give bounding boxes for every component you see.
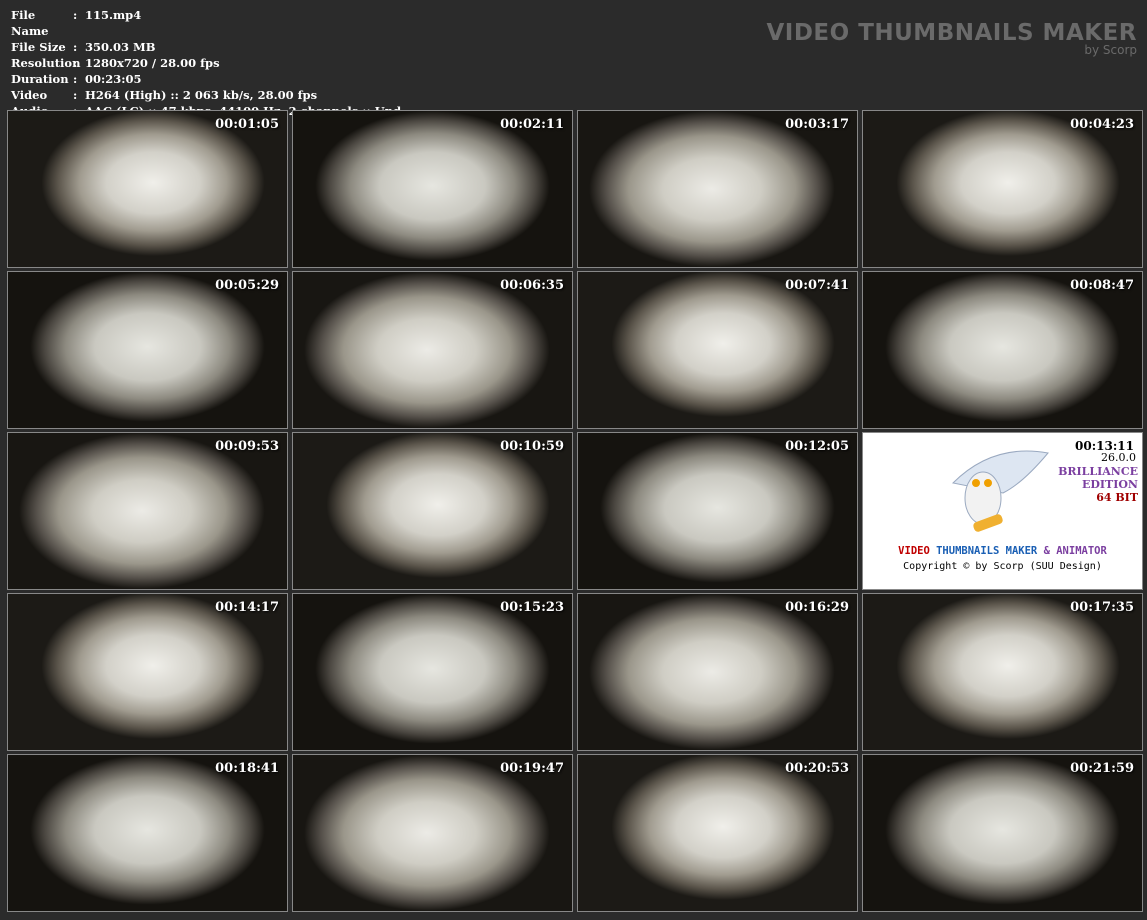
thumbnail-timestamp: 00:12:05: [785, 439, 849, 454]
edition-label-2: EDITION: [1081, 478, 1138, 491]
logo-panel: 00:13:11 26.0.0 BRILLIANCE EDITION 64 BIT VID…: [862, 432, 1143, 590]
thumbnail: 00:09:53: [7, 432, 288, 590]
thumbnail: 00:06:35: [292, 271, 573, 429]
thumbnail: 00:02:11: [292, 110, 573, 268]
thumbnail-timestamp: 00:16:29: [785, 600, 849, 615]
thumbnail-timestamp: 00:19:47: [500, 761, 564, 776]
thumbnail-timestamp: 00:07:41: [785, 278, 849, 293]
name-part: THUMBNAILS MAKER: [936, 545, 1038, 557]
thumbnail-placeholder: [863, 272, 1142, 428]
info-colon: :: [73, 40, 78, 54]
thumbnail-timestamp: 00:18:41: [215, 761, 279, 776]
brand-title: VIDEO THUMBNAILS MAKER: [766, 20, 1137, 46]
thumbnail-timestamp: 00:02:11: [500, 117, 564, 132]
thumbnail-placeholder: [8, 433, 287, 589]
info-value: 00:23:05: [85, 72, 142, 86]
thumbnail: 00:19:47: [292, 754, 573, 912]
thumbnail-timestamp: 00:04:23: [1070, 117, 1134, 132]
thumbnail: 00:18:41: [7, 754, 288, 912]
info-colon: :: [73, 56, 78, 70]
name-part: VIDEO: [898, 545, 930, 557]
info-row: File Size:350.03 MB: [11, 39, 401, 55]
product-name: VIDEO THUMBNAILS MAKER & ANIMATOR: [863, 545, 1142, 557]
thumbnail-timestamp: 00:03:17: [785, 117, 849, 132]
thumbnail-placeholder: [293, 594, 572, 750]
info-key: File Size: [11, 40, 66, 54]
info-row: Resolution:1280x720 / 28.00 fps: [11, 55, 401, 71]
thumbnail-placeholder: [578, 755, 857, 911]
edition-label: BRILLIANCE: [1058, 465, 1138, 478]
thumbnail: 00:07:41: [577, 271, 858, 429]
info-row: File Name:115.mp4: [11, 7, 401, 39]
info-key: Video: [11, 88, 48, 102]
thumbnail: 00:15:23: [292, 593, 573, 751]
thumbnail-placeholder: [293, 111, 572, 267]
info-colon: :: [73, 72, 78, 86]
thumbnail-timestamp: 00:15:23: [500, 600, 564, 615]
owl-logo-icon: [951, 450, 1049, 532]
thumbnail-placeholder: [578, 111, 857, 267]
thumbnail-timestamp: 00:21:59: [1070, 761, 1134, 776]
thumbnail-placeholder: [863, 111, 1142, 267]
thumbnail-placeholder: [578, 433, 857, 589]
thumbnail-placeholder: [8, 755, 287, 911]
info-value: 115.mp4: [85, 8, 142, 22]
thumbnail-timestamp: 00:17:35: [1070, 600, 1134, 615]
thumbnail: 00:08:47: [862, 271, 1143, 429]
thumbnail-placeholder: [578, 594, 857, 750]
bits-label: 64 BIT: [1096, 491, 1138, 504]
thumbnail: 00:03:17: [577, 110, 858, 268]
info-value: H264 (High) :: 2 063 kb/s, 28.00 fps: [85, 88, 318, 102]
version-label: 26.0.0: [1101, 451, 1136, 464]
info-key: Resolution: [11, 56, 81, 70]
info-key: Duration: [11, 72, 69, 86]
thumbnail-timestamp: 00:10:59: [500, 439, 564, 454]
thumbnail-timestamp: 00:06:35: [500, 278, 564, 293]
thumbnail-placeholder: [293, 755, 572, 911]
thumbnail: 00:04:23: [862, 110, 1143, 268]
thumbnail-placeholder: [293, 433, 572, 589]
info-key: File Name: [11, 8, 49, 38]
thumbnail: 00:12:05: [577, 432, 858, 590]
info-colon: :: [73, 88, 78, 102]
brand-watermark: VIDEO THUMBNAILS MAKER by Scorp: [766, 20, 1137, 57]
thumbnail: 00:14:17: [7, 593, 288, 751]
thumbnail-timestamp: 00:20:53: [785, 761, 849, 776]
thumbnail-placeholder: [863, 594, 1142, 750]
thumbnail: 00:10:59: [292, 432, 573, 590]
info-value: 350.03 MB: [85, 40, 156, 54]
thumbnail-timestamp: 00:14:17: [215, 600, 279, 615]
thumbnail-placeholder: [8, 111, 287, 267]
thumbnail-placeholder: [578, 272, 857, 428]
file-info: File Name:115.mp4 File Size:350.03 MB Reso…: [11, 7, 401, 119]
copyright: Copyright © by Scorp (SUU Design): [903, 561, 1102, 572]
info-row: Video: H264 (High) :: 2 063 kb/s, 28.00 f…: [11, 87, 401, 103]
thumbnail: 00:01:05: [7, 110, 288, 268]
thumbnail-placeholder: [863, 755, 1142, 911]
thumbnail-grid: 00:01:05 00:02:11 00:03:17 00:04:23 00:05:29…: [7, 110, 1143, 912]
thumbnail: 00:05:29: [7, 271, 288, 429]
info-value: 1280x720 / 28.00 fps: [85, 56, 220, 70]
thumbnail-placeholder: [293, 272, 572, 428]
thumbnail: 00:21:59: [862, 754, 1143, 912]
thumbnail-placeholder: [8, 594, 287, 750]
info-row: Duration:00:23:05: [11, 71, 401, 87]
thumbnail: 00:17:35: [862, 593, 1143, 751]
thumbnail: 00:20:53: [577, 754, 858, 912]
thumbnail-timestamp: 00:08:47: [1070, 278, 1134, 293]
name-part: & ANIMATOR: [1043, 545, 1107, 557]
info-colon: :: [73, 8, 78, 22]
thumbnail: 00:16:29: [577, 593, 858, 751]
thumbnail-timestamp: 00:05:29: [215, 278, 279, 293]
thumbnail-timestamp: 00:09:53: [215, 439, 279, 454]
thumbnail-timestamp: 00:01:05: [215, 117, 279, 132]
thumbnail-placeholder: [8, 272, 287, 428]
